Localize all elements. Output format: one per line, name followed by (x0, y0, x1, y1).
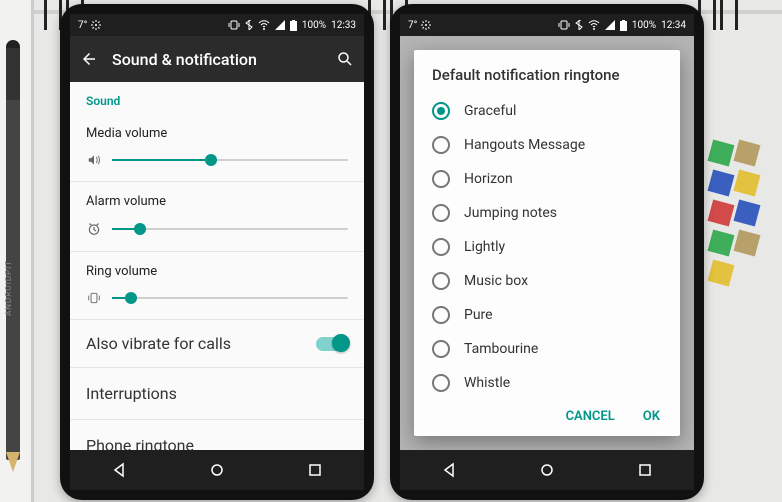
status-time: 12:33 (331, 20, 356, 31)
ringtone-options-list: Graceful Hangouts Message Horizon Jumping n… (414, 94, 680, 399)
vibrate-icon (228, 20, 240, 30)
radio-icon (432, 102, 450, 120)
nav-recent[interactable] (620, 456, 670, 484)
status-bar: 7° 100% 12:34 (400, 14, 694, 36)
bluetooth-icon (575, 20, 583, 30)
ringtone-option[interactable]: Horizon (422, 162, 672, 196)
page-title: Sound & notification (112, 50, 257, 69)
ringtone-option-label: Tambourine (464, 341, 538, 357)
radio-icon (432, 170, 450, 188)
ringtone-option-label: Jumping notes (464, 205, 557, 221)
interruptions-row[interactable]: Interruptions (70, 368, 364, 419)
pencil-tip-decor (6, 452, 20, 472)
section-sound-title: Sound (70, 82, 364, 114)
vibrate-label: Also vibrate for calls (86, 334, 231, 353)
settings-content: Sound Media volume Alarm volume Ring vol… (70, 82, 364, 450)
media-volume-slider[interactable] (112, 159, 348, 161)
battery-icon (620, 20, 627, 31)
back-icon[interactable] (80, 50, 98, 68)
radio-icon (432, 374, 450, 392)
nav-back[interactable] (424, 456, 474, 484)
wifi-icon (258, 20, 270, 30)
radio-icon (432, 136, 450, 154)
phone-right: 7° 100% 12:34 R A I P D G N W Show all (390, 4, 704, 500)
ringtone-picker-dialog: Default notification ringtone Graceful Ha… (414, 50, 680, 436)
ring-volume-slider[interactable] (112, 297, 348, 299)
ringtone-option[interactable]: Music box (422, 264, 672, 298)
ring-icon (86, 291, 102, 305)
ringtone-option-label: Pure (464, 307, 493, 323)
ringtone-option[interactable]: Tambourine (422, 332, 672, 366)
ringtone-option[interactable]: Graceful (422, 94, 672, 128)
radio-icon (432, 306, 450, 324)
ringtone-option[interactable]: Hangouts Message (422, 128, 672, 162)
ringtone-option-label: Whistle (464, 375, 510, 391)
media-icon (86, 153, 102, 167)
radio-icon (432, 238, 450, 256)
nav-home[interactable] (522, 456, 572, 484)
cancel-button[interactable]: CANCEL (566, 409, 615, 424)
radio-icon (432, 340, 450, 358)
alarm-volume-slider[interactable] (112, 228, 348, 230)
signal-icon (275, 20, 285, 30)
radio-icon (432, 272, 450, 290)
bluetooth-icon (245, 20, 253, 30)
status-bar: 7° 100% 12:33 (70, 14, 364, 36)
nav-back[interactable] (94, 456, 144, 484)
ringtone-option-label: Lightly (464, 239, 505, 255)
status-time: 12:34 (661, 20, 686, 31)
weather-icon (91, 20, 101, 30)
search-icon[interactable] (336, 50, 354, 68)
alarm-icon (86, 221, 102, 237)
phone-left: 7° 100% 12:33 Sound & notification Sound (60, 4, 374, 500)
pencil-brand: ANDROIDPIT (4, 260, 13, 316)
nav-recent[interactable] (290, 456, 340, 484)
pencil-decor (6, 40, 20, 460)
weather-icon (421, 20, 431, 30)
vibrate-for-calls-row[interactable]: Also vibrate for calls (70, 320, 364, 367)
ok-button[interactable]: OK (643, 409, 660, 424)
app-bar: Sound & notification (70, 36, 364, 82)
status-battery: 100% (302, 20, 326, 31)
phone-ringtone-row[interactable]: Phone ringtone (70, 420, 364, 450)
status-battery: 100% (632, 20, 656, 31)
alarm-volume-label: Alarm volume (70, 182, 364, 217)
binder-clips-decor (698, 0, 742, 34)
nav-bar (70, 450, 364, 490)
ringtone-option[interactable]: Pure (422, 298, 672, 332)
status-temp: 7° (78, 20, 87, 31)
signal-icon (605, 20, 615, 30)
ringtone-option[interactable]: Jumping notes (422, 196, 672, 230)
ringtone-option[interactable]: Lightly (422, 230, 672, 264)
vibrate-toggle[interactable] (316, 337, 348, 351)
wifi-icon (588, 20, 600, 30)
blocks-decor (708, 140, 778, 290)
nav-home[interactable] (192, 456, 242, 484)
ringtone-option[interactable]: Whistle (422, 366, 672, 399)
vibrate-icon (558, 20, 570, 30)
ringtone-option-label: Horizon (464, 171, 513, 187)
ringtone-option-label: Hangouts Message (464, 137, 585, 153)
status-temp: 7° (408, 20, 417, 31)
ringtone-option-label: Music box (464, 273, 528, 289)
radio-icon (432, 204, 450, 222)
nav-bar (400, 450, 694, 490)
ring-volume-label: Ring volume (70, 252, 364, 287)
battery-icon (290, 20, 297, 31)
ringtone-option-label: Graceful (464, 103, 516, 119)
dialog-title: Default notification ringtone (414, 50, 680, 94)
media-volume-label: Media volume (70, 114, 364, 149)
